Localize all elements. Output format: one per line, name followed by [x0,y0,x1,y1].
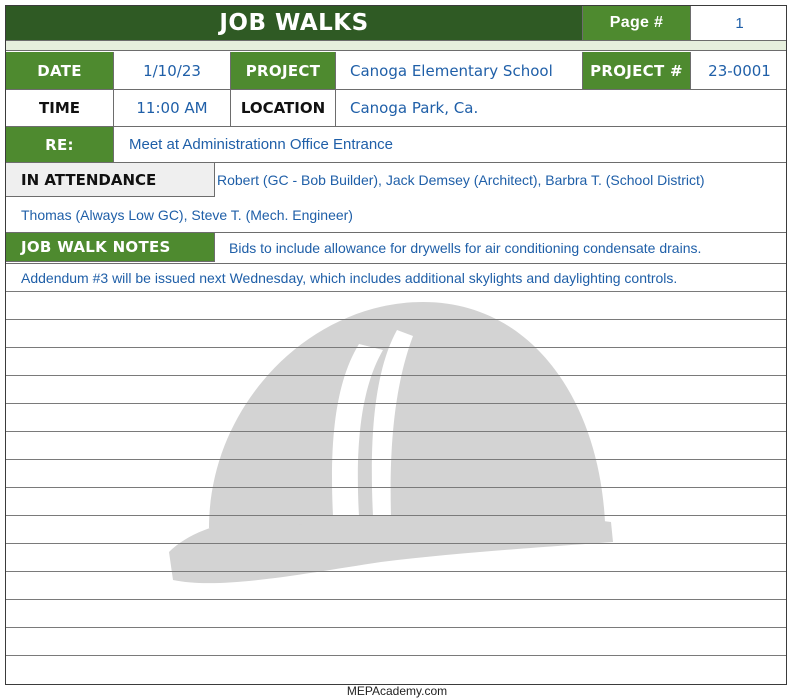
note-rule [6,515,786,516]
note-rule [6,627,786,628]
hard-hat-icon [169,302,613,584]
project-field[interactable]: Canoga Elementary School [336,52,583,90]
page-number-field[interactable]: 1 [691,6,786,41]
page-number-label: Page # [583,6,691,41]
time-label: TIME [6,90,114,127]
note-rule [6,319,786,320]
footer-credit: MEPAcademy.com [346,684,448,698]
re-field[interactable]: Meet at Administrationn Office Entrance [114,127,786,163]
date-field[interactable]: 1/10/23 [114,52,231,90]
note-rule [6,347,786,348]
note-rule [6,655,786,656]
note-rule [6,403,786,404]
attendance-line-1[interactable]: Robert (GC - Bob Builder), Jack Demsey (… [217,163,786,197]
attendance-line-2[interactable]: Thomas (Always Low GC), Steve T. (Mech. … [6,197,786,233]
notes-label: JOB WALK NOTES [6,233,215,262]
location-label: LOCATION [231,90,336,127]
note-rule [6,599,786,600]
note-rule [6,487,786,488]
project-number-label: PROJECT # [583,52,691,90]
notes-line-2[interactable]: Addendum #3 will be issued next Wednesda… [6,263,786,291]
note-rule [6,459,786,460]
date-label: DATE [6,52,114,90]
header-spacer [6,41,786,51]
attendance-label: IN ATTENDANCE [6,163,215,197]
time-field[interactable]: 11:00 AM [114,90,231,127]
note-rule [6,375,786,376]
title-bar: JOB WALKS [6,6,583,41]
project-label: PROJECT [231,52,336,90]
re-label: RE: [6,127,114,163]
page-title: JOB WALKS [219,10,369,36]
job-walk-form: JOB WALKS Page # 1 DATE 1/10/23 PROJECT … [5,5,787,685]
project-number-field[interactable]: 23-0001 [691,52,786,90]
location-field[interactable]: Canoga Park, Ca. [336,90,786,127]
note-rule [6,291,786,292]
notes-line-1[interactable]: Bids to include allowance for drywells f… [215,233,786,262]
note-rule [6,543,786,544]
note-rule [6,431,786,432]
note-rule [6,571,786,572]
